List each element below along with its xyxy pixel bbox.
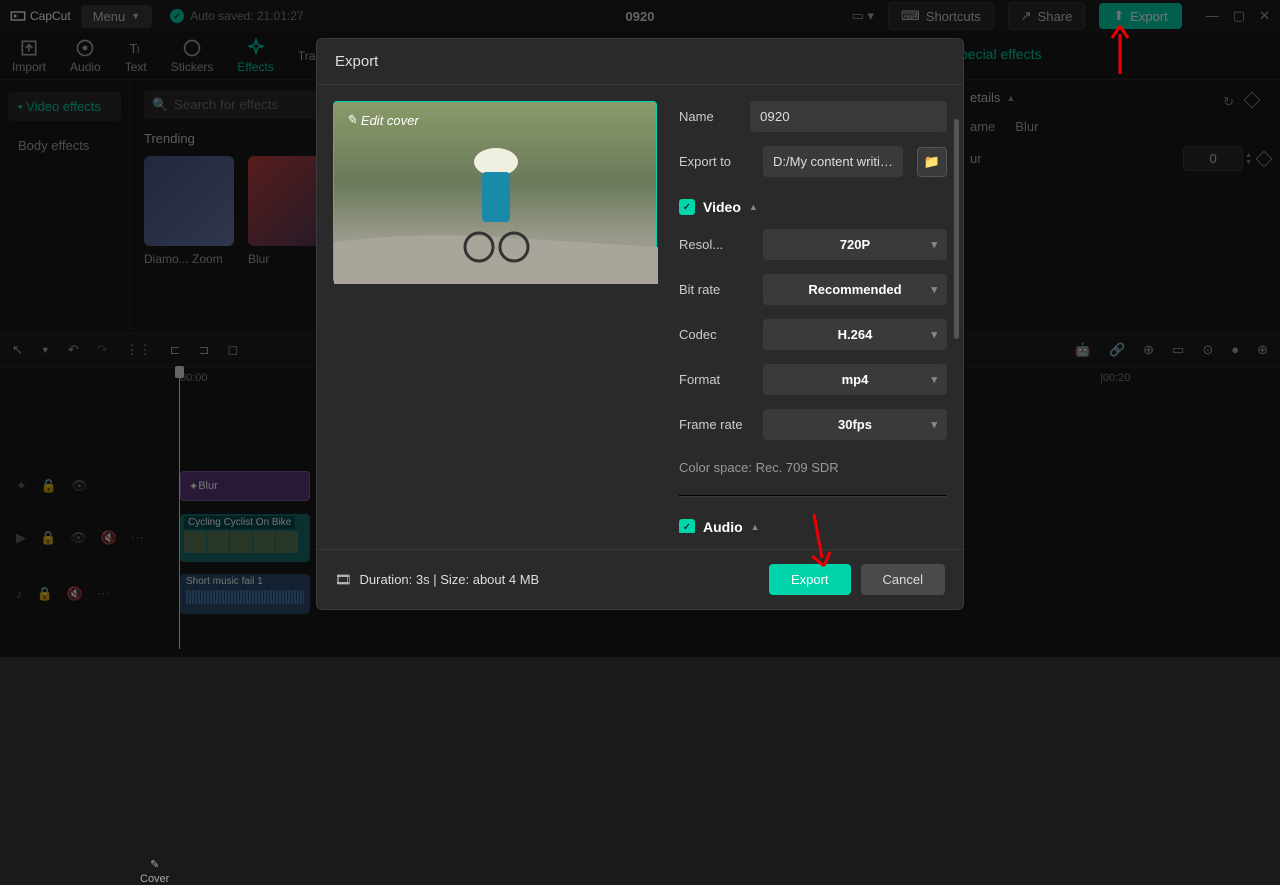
export-to-label: Export to [679,154,749,169]
cancel-button[interactable]: Cancel [861,564,945,595]
audio-section-label: Audio [703,519,743,533]
audio-checkbox[interactable]: ✓ [679,519,695,533]
framerate-label: Frame rate [679,417,749,432]
format-label: Format [679,372,749,387]
chevron-up-icon: ▲ [751,522,760,532]
pencil-icon: ✎ [150,858,159,871]
modal-footer: 🎞 Duration: 3s | Size: about 4 MB Export… [317,549,963,609]
name-label: Name [679,109,736,124]
color-space-text: Color space: Rec. 709 SDR [679,460,947,475]
modal-title: Export [317,39,963,85]
cover-button[interactable]: ✎Cover [140,858,169,885]
cover-thumbnail[interactable]: ✎Edit cover [333,101,657,283]
framerate-select[interactable]: 30fps [763,409,947,440]
annotation-arrow-top [1106,24,1136,79]
export-form: Name Export to D:/My content writin... 📁… [679,101,947,533]
annotation-arrow-bottom [804,510,834,570]
resolution-select[interactable]: 720P [763,229,947,260]
codec-label: Codec [679,327,749,342]
chevron-up-icon: ▲ [749,202,758,212]
bitrate-select[interactable]: Recommended [763,274,947,305]
resolution-label: Resol... [679,237,749,252]
bitrate-label: Bit rate [679,282,749,297]
codec-select[interactable]: H.264 [763,319,947,350]
film-icon: 🎞 [335,572,352,588]
video-section-head[interactable]: ✓ Video ▲ [679,199,947,215]
folder-icon: 📁 [924,154,940,170]
export-modal: Export ✎Edit cover Name Export to D:/My … [316,38,964,610]
export-path: D:/My content writin... [763,146,903,177]
browse-folder-button[interactable]: 📁 [917,147,947,177]
duration-text: Duration: 3s | Size: about 4 MB [360,572,540,587]
cover-image-placeholder [334,102,658,284]
name-input[interactable] [750,101,947,132]
format-select[interactable]: mp4 [763,364,947,395]
video-checkbox[interactable]: ✓ [679,199,695,215]
video-section-label: Video [703,199,741,215]
